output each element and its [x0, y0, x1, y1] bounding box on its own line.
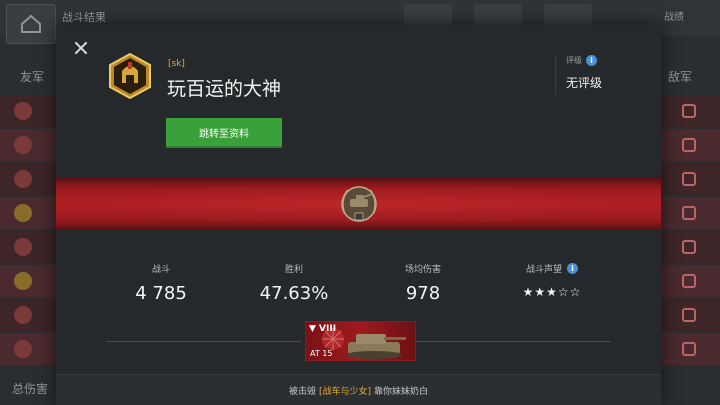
divider — [106, 341, 301, 342]
stat-battle-rating: 战斗声望 i ★★★☆☆ — [492, 262, 612, 299]
info-icon[interactable]: i — [586, 55, 597, 66]
allies-list — [0, 95, 60, 375]
destroyer-clan: [战车与少女] — [318, 386, 372, 397]
vehicle-card[interactable]: ▼ VIII AT 15 — [305, 321, 416, 361]
stat-label: 战斗 — [151, 265, 170, 275]
info-icon[interactable]: i — [567, 263, 578, 274]
spartan-helmet-icon — [109, 53, 151, 99]
vehicle-name: AT 15 — [310, 349, 333, 358]
clan-tag: [sk] — [168, 59, 185, 69]
player-profile-modal: [sk] 玩百运的大神 跳转至资料 评级 i 无评级 战斗 4 785 胜利 4… — [56, 25, 661, 405]
stat-value: 47.63% — [259, 283, 329, 304]
vehicle-tier: ▼ VIII — [309, 324, 337, 334]
background-right-label: 战绩 — [664, 12, 684, 23]
total-damage-label: 总伤害 — [12, 382, 49, 396]
divider — [416, 341, 611, 342]
mastery-badge-icon — [341, 186, 377, 222]
rating-block: 评级 i 无评级 — [555, 55, 602, 95]
allies-label: 友军 — [20, 70, 45, 84]
enemies-label: 敌军 — [668, 70, 693, 84]
destroyed-by-prefix: 被击毁 — [288, 386, 316, 397]
player-name: 玩百运的大神 — [167, 78, 282, 100]
rating-label: 评级 — [566, 56, 582, 65]
stat-victories: 胜利 47.63% — [234, 262, 354, 304]
garage-button — [6, 4, 56, 44]
destroyed-by-bar: 被击毁 [战车与少女] 靠你妹妹奶白 — [56, 374, 661, 405]
stat-label: 胜利 — [284, 265, 303, 275]
stat-label: 场均伤害 — [404, 265, 441, 275]
background-title: 战斗结果 — [62, 11, 106, 24]
home-icon — [21, 14, 41, 33]
close-button[interactable] — [74, 41, 88, 55]
go-to-profile-button[interactable]: 跳转至资料 — [166, 118, 282, 148]
destroyer-name: 靠你妹妹奶白 — [374, 386, 429, 397]
enemies-list — [660, 95, 720, 375]
stat-value: 978 — [405, 283, 441, 304]
rating-stars: ★★★☆☆ — [522, 285, 582, 299]
stat-value: 4 785 — [135, 283, 187, 304]
tank-icon — [346, 334, 406, 359]
stat-battles: 战斗 4 785 — [101, 262, 221, 304]
stat-avg-damage: 场均伤害 978 — [363, 262, 483, 304]
stat-label: 战斗声望 — [525, 265, 562, 275]
rating-value: 无评级 — [566, 76, 603, 90]
